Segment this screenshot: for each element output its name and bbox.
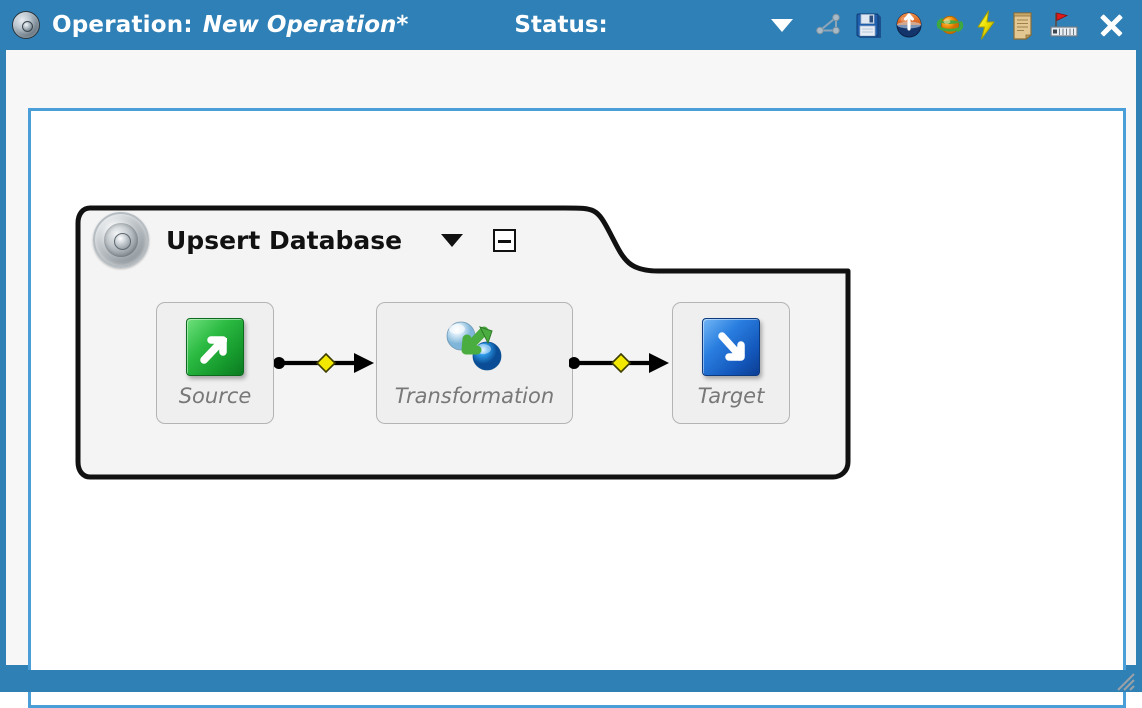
transform-spheres-icon	[440, 318, 510, 376]
title-bar-actions	[771, 10, 1132, 40]
window-body: Upsert Database Source Transformation Ta…	[6, 50, 1136, 708]
flow-node-target[interactable]: Target	[672, 302, 790, 424]
flow-node-transformation-label: Transformation	[394, 384, 555, 408]
node-icon-wrap	[440, 316, 510, 378]
node-icon-wrap	[186, 316, 244, 378]
flow-node-target-label: Target	[697, 384, 765, 408]
operation-label: Operation:	[52, 12, 193, 38]
save-icon[interactable]	[855, 11, 882, 39]
resize-grip-icon[interactable]	[1114, 672, 1135, 691]
application-window: Operation: New Operation* Status: Upsert…	[0, 0, 1142, 708]
connector-source-to-transformation[interactable]	[274, 351, 378, 375]
run-lightning-icon[interactable]	[975, 10, 997, 40]
flow-node-source[interactable]: Source	[156, 302, 274, 424]
flow-node-source-label: Source	[178, 384, 252, 408]
blue-arrow-in-icon	[702, 318, 760, 376]
log-scroll-icon[interactable]	[1010, 10, 1036, 40]
close-icon[interactable]	[1096, 10, 1126, 40]
status-dropdown-caret-down-icon[interactable]	[771, 18, 793, 32]
refresh-planet-icon[interactable]	[936, 12, 964, 38]
deploy-icon[interactable]	[895, 11, 923, 39]
milestone-flag-icon[interactable]	[1049, 10, 1079, 40]
flow-node-transformation[interactable]: Transformation	[376, 302, 573, 424]
disc-icon	[12, 11, 40, 39]
share-graph-icon[interactable]	[814, 10, 842, 40]
title-bar-left-group: Operation: New Operation* Status:	[12, 11, 608, 39]
status-label: Status:	[514, 12, 608, 38]
operation-canvas[interactable]: Upsert Database Source Transformation Ta…	[28, 108, 1126, 708]
node-icon-wrap	[702, 316, 760, 378]
operation-flow: Source Transformation Target	[75, 205, 851, 480]
operation-block[interactable]: Upsert Database Source Transformation Ta…	[75, 205, 851, 480]
title-bar: Operation: New Operation* Status:	[0, 0, 1142, 50]
connector-transformation-to-target[interactable]	[569, 351, 673, 375]
status-bar	[0, 670, 1142, 692]
operation-name: New Operation*	[202, 12, 409, 38]
green-arrow-out-icon	[186, 318, 244, 376]
